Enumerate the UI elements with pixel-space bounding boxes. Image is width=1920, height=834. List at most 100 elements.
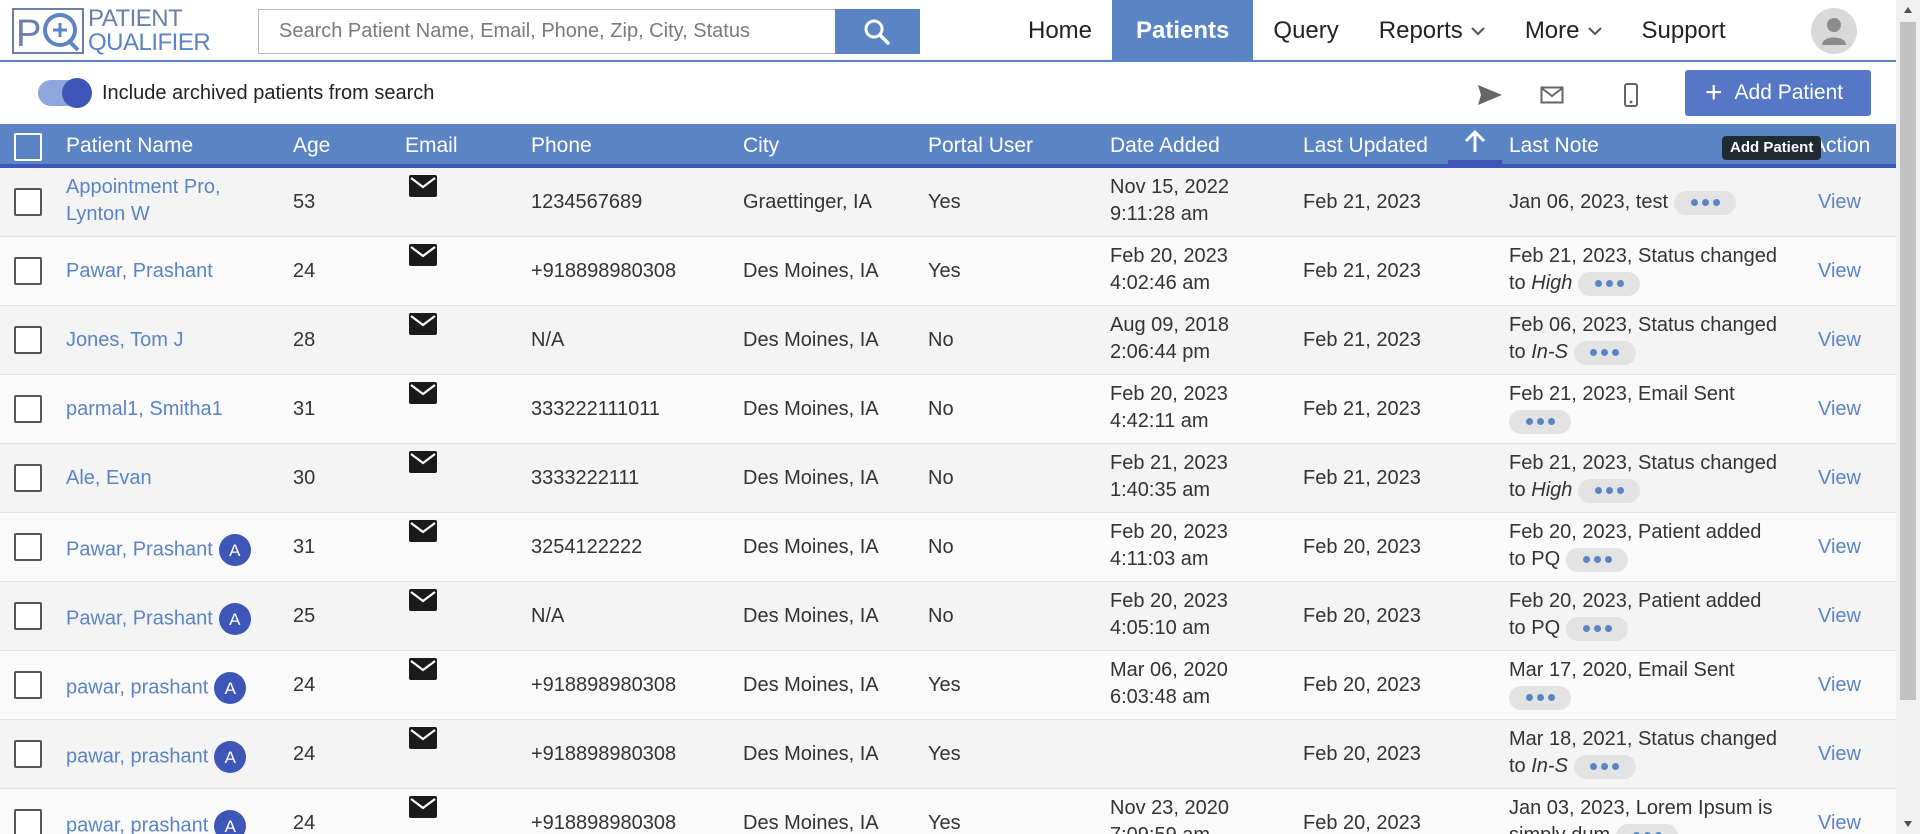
email-button[interactable] bbox=[1535, 78, 1569, 112]
row-checkbox[interactable] bbox=[14, 740, 42, 768]
more-note-button[interactable] bbox=[1578, 478, 1641, 503]
table-row[interactable]: Pawar, Prashant A 31 3254122222 Des Moines, … bbox=[0, 513, 1896, 582]
more-note-button[interactable] bbox=[1566, 616, 1629, 641]
view-link[interactable]: View bbox=[1818, 534, 1861, 561]
more-note-button[interactable] bbox=[1616, 823, 1679, 834]
more-note-button[interactable] bbox=[1509, 409, 1571, 434]
patient-age: 24 bbox=[293, 812, 316, 834]
col-patient-name[interactable]: Patient Name bbox=[66, 134, 193, 158]
view-link[interactable]: View bbox=[1818, 327, 1861, 354]
view-link[interactable]: View bbox=[1818, 741, 1861, 768]
patient-name-link[interactable]: Pawar, Prashant A bbox=[66, 534, 251, 566]
email-icon[interactable] bbox=[408, 657, 438, 681]
date-added-time: 1:40:35 am bbox=[1110, 479, 1211, 501]
chevron-down-icon bbox=[1471, 27, 1485, 36]
col-last-updated[interactable]: Last Updated bbox=[1303, 134, 1428, 158]
select-all-checkbox[interactable] bbox=[14, 133, 42, 161]
view-link[interactable]: View bbox=[1818, 810, 1861, 834]
table-row[interactable]: Jones, Tom J 28 N/A Des Moines, IA No Aug 09,… bbox=[0, 306, 1896, 375]
row-checkbox[interactable] bbox=[14, 533, 42, 561]
patient-city: Des Moines, IA bbox=[743, 605, 879, 627]
patient-name-link[interactable]: Pawar, Prashant A bbox=[66, 603, 251, 635]
row-checkbox[interactable] bbox=[14, 602, 42, 630]
user-avatar[interactable] bbox=[1811, 8, 1857, 54]
table-row[interactable]: parmal1, Smitha1 31 333222111011 Des Moines… bbox=[0, 375, 1896, 444]
nav-support[interactable]: Support bbox=[1622, 0, 1746, 62]
nav-query[interactable]: Query bbox=[1253, 0, 1358, 62]
table-row[interactable]: pawar, prashant A 24 +918898980308 Des Moine… bbox=[0, 720, 1896, 789]
add-patient-button[interactable]: + Add Patient bbox=[1685, 70, 1871, 116]
patient-name-link[interactable]: pawar, prashant A bbox=[66, 672, 247, 704]
col-age[interactable]: Age bbox=[293, 134, 330, 158]
nav-patients[interactable]: Patients bbox=[1112, 0, 1254, 62]
nav-reports[interactable]: Reports bbox=[1359, 0, 1505, 62]
patient-name-link[interactable]: Ale, Evan bbox=[66, 465, 152, 492]
patient-name-link[interactable]: parmal1, Smitha1 bbox=[66, 396, 223, 423]
portal-user-status: Yes bbox=[928, 812, 961, 834]
row-checkbox[interactable] bbox=[14, 395, 42, 423]
col-phone[interactable]: Phone bbox=[531, 134, 592, 158]
table-row[interactable]: pawar, prashant A 24 +918898980308 Des Moine… bbox=[0, 789, 1896, 834]
table-row[interactable]: Pawar, Prashant 24 +918898980308 Des Moines… bbox=[0, 237, 1896, 306]
patient-name-link[interactable]: Jones, Tom J bbox=[66, 327, 183, 354]
table-row[interactable]: Appointment Pro, Lynton W 53 1234567689 Grae… bbox=[0, 168, 1896, 237]
col-last-note[interactable]: Last Note bbox=[1509, 134, 1599, 158]
col-city[interactable]: City bbox=[743, 134, 779, 158]
view-link[interactable]: View bbox=[1818, 603, 1861, 630]
send-button[interactable] bbox=[1473, 78, 1507, 112]
scrollbar-thumb[interactable] bbox=[1900, 22, 1916, 700]
table-row[interactable]: Ale, Evan 30 3333222111 Des Moines, IA No Feb… bbox=[0, 444, 1896, 513]
search-input[interactable] bbox=[258, 9, 835, 54]
sort-toggle[interactable] bbox=[1448, 124, 1502, 164]
email-icon[interactable] bbox=[408, 312, 438, 336]
last-note-status: In-S bbox=[1531, 341, 1568, 363]
email-icon[interactable] bbox=[408, 450, 438, 474]
row-checkbox[interactable] bbox=[14, 257, 42, 285]
table-row[interactable]: Pawar, Prashant A 25 N/A Des Moines, IA No Feb… bbox=[0, 582, 1896, 651]
more-note-button[interactable] bbox=[1573, 754, 1636, 779]
more-note-button[interactable] bbox=[1578, 271, 1641, 296]
view-link[interactable]: View bbox=[1818, 189, 1861, 216]
more-note-button[interactable] bbox=[1573, 340, 1636, 365]
col-portal-user[interactable]: Portal User bbox=[928, 134, 1033, 158]
scroll-up-arrow[interactable] bbox=[1896, 0, 1920, 20]
email-icon[interactable] bbox=[408, 381, 438, 405]
nav-more[interactable]: More bbox=[1505, 0, 1622, 62]
email-icon[interactable] bbox=[408, 726, 438, 750]
table-row[interactable]: pawar, prashant A 24 +918898980308 Des Moine… bbox=[0, 651, 1896, 720]
email-icon[interactable] bbox=[408, 519, 438, 543]
col-email[interactable]: Email bbox=[405, 134, 458, 158]
more-note-button[interactable] bbox=[1509, 685, 1571, 710]
view-link[interactable]: View bbox=[1818, 672, 1861, 699]
patient-name-link[interactable]: Pawar, Prashant bbox=[66, 258, 213, 285]
row-checkbox[interactable] bbox=[14, 671, 42, 699]
patient-name-link[interactable]: Appointment Pro, Lynton W bbox=[66, 174, 221, 228]
email-icon[interactable] bbox=[408, 588, 438, 612]
portal-user-status: Yes bbox=[928, 260, 961, 282]
email-icon[interactable] bbox=[408, 243, 438, 267]
row-checkbox[interactable] bbox=[14, 326, 42, 354]
last-note-line-1: Feb 06, 2023, Status changed bbox=[1509, 314, 1777, 336]
more-note-button[interactable] bbox=[1566, 547, 1629, 572]
row-checkbox[interactable] bbox=[14, 809, 42, 834]
archived-toggle[interactable] bbox=[38, 78, 92, 108]
scroll-down-arrow[interactable] bbox=[1896, 814, 1920, 834]
patient-name-link[interactable]: pawar, prashant A bbox=[66, 810, 247, 834]
nav-home[interactable]: Home bbox=[1008, 0, 1112, 62]
patient-name-link[interactable]: pawar, prashant A bbox=[66, 741, 247, 773]
search-button[interactable] bbox=[834, 9, 920, 54]
email-icon[interactable] bbox=[408, 795, 438, 819]
row-checkbox[interactable] bbox=[14, 188, 42, 216]
vertical-scrollbar[interactable] bbox=[1896, 0, 1920, 834]
more-note-button[interactable] bbox=[1674, 190, 1737, 215]
mobile-button[interactable] bbox=[1614, 78, 1648, 112]
view-link[interactable]: View bbox=[1818, 258, 1861, 285]
col-date-added[interactable]: Date Added bbox=[1110, 134, 1220, 158]
email-icon[interactable] bbox=[408, 174, 438, 198]
row-checkbox[interactable] bbox=[14, 464, 42, 492]
patient-qualifier-logo[interactable]: P PATIENT QUALIFIER bbox=[12, 7, 211, 55]
view-link[interactable]: View bbox=[1818, 465, 1861, 492]
patient-phone: 333222111011 bbox=[531, 398, 661, 420]
send-icon bbox=[1478, 85, 1502, 105]
view-link[interactable]: View bbox=[1818, 396, 1861, 423]
